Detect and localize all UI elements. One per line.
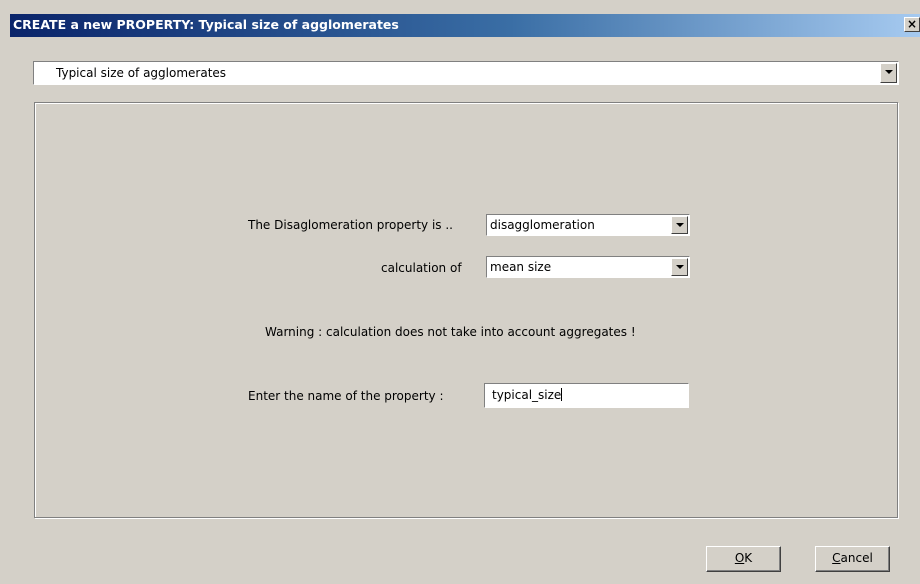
- close-icon: ×: [906, 17, 918, 31]
- disaglomeration-select[interactable]: disagglomeration: [486, 214, 690, 236]
- property-type-select[interactable]: Typical size of agglomerates: [33, 61, 899, 85]
- ok-label: K: [744, 551, 753, 565]
- chevron-down-icon: [676, 265, 684, 269]
- cancel-label: ancel: [840, 551, 873, 565]
- calculation-dropdown-button[interactable]: [671, 258, 688, 276]
- calculation-value: mean size: [490, 260, 552, 274]
- property-settings-panel: [34, 102, 898, 518]
- dialog-window: CREATE a new PROPERTY: Typical size of a…: [0, 0, 920, 584]
- property-type-value: Typical size of agglomerates: [56, 66, 227, 80]
- chevron-down-icon: [885, 70, 893, 74]
- text-caret: [561, 388, 563, 401]
- disaglomeration-label: The Disaglomeration property is ..: [248, 218, 453, 232]
- calculation-select[interactable]: mean size: [486, 256, 690, 278]
- chevron-down-icon: [676, 223, 684, 227]
- calculation-label: calculation of: [381, 261, 462, 275]
- window-title: CREATE a new PROPERTY: Typical size of a…: [13, 17, 399, 32]
- cancel-button[interactable]: Cancel: [815, 546, 890, 572]
- warning-text: Warning : calculation does not take into…: [265, 325, 636, 339]
- disaglomeration-dropdown-button[interactable]: [671, 216, 688, 234]
- ok-button[interactable]: OK: [706, 546, 781, 572]
- cancel-mnemonic: C: [832, 551, 841, 565]
- property-type-dropdown-button[interactable]: [880, 63, 897, 83]
- title-bar[interactable]: CREATE a new PROPERTY: Typical size of a…: [10, 14, 920, 37]
- property-name-value: typical_size: [492, 388, 562, 402]
- close-button[interactable]: ×: [904, 17, 920, 32]
- disaglomeration-value: disagglomeration: [490, 218, 595, 232]
- property-name-input[interactable]: typical_size: [484, 383, 689, 408]
- property-name-label: Enter the name of the property :: [248, 389, 444, 403]
- ok-mnemonic: O: [734, 551, 745, 565]
